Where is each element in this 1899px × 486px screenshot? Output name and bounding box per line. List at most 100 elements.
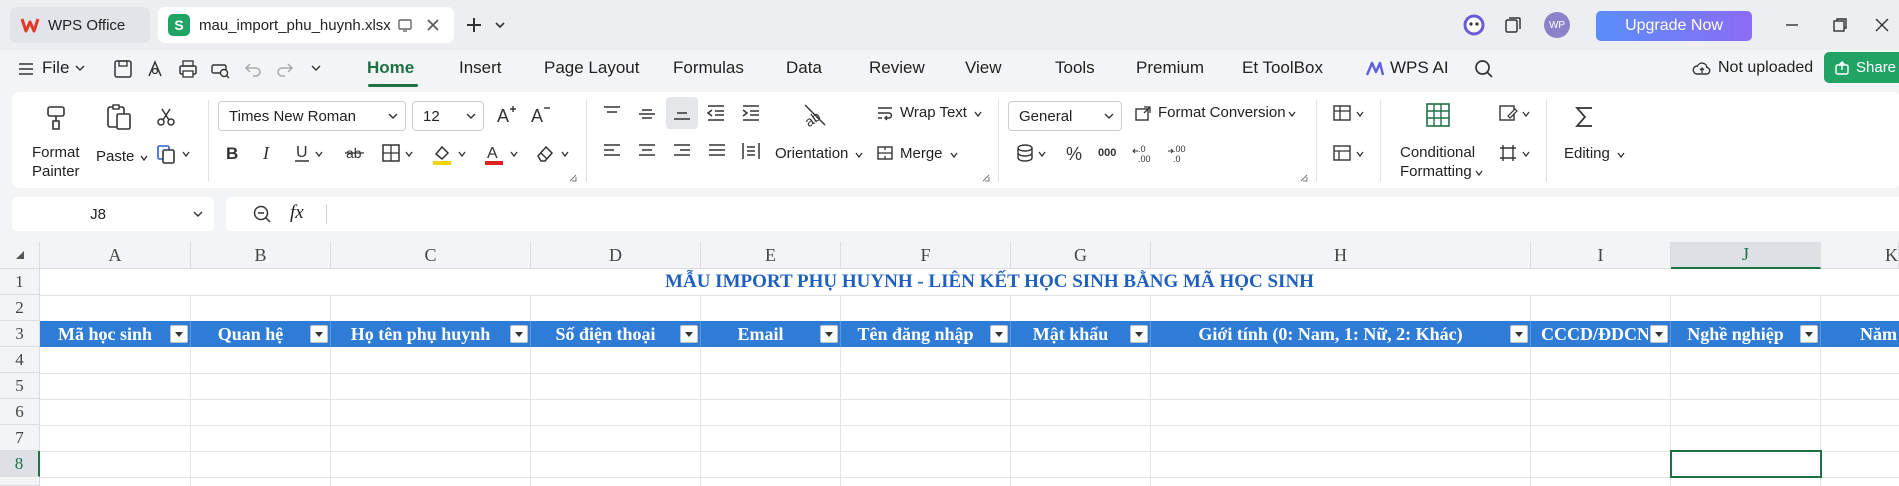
orientation-label[interactable]: Orientation: [775, 145, 848, 162]
editing-label[interactable]: Editing: [1564, 145, 1610, 162]
thousands-separator-icon[interactable]: 000: [1098, 142, 1120, 164]
ai-assistant-icon[interactable]: [1462, 13, 1486, 37]
filter-dropdown-icon[interactable]: [680, 325, 698, 343]
font-color-chevron-icon[interactable]: [510, 150, 518, 158]
number-format-select[interactable]: General: [1008, 101, 1122, 131]
quick-access-chevron-icon[interactable]: [310, 62, 322, 74]
column-header-a[interactable]: A: [40, 242, 191, 269]
header-cell-c[interactable]: Họ tên phụ huynh: [331, 321, 531, 347]
borders-icon[interactable]: [380, 142, 402, 164]
conditional-formatting-label-2[interactable]: Formatting: [1400, 163, 1472, 180]
fx-icon[interactable]: fx: [290, 202, 304, 224]
formula-input[interactable]: fx: [226, 197, 1899, 231]
sigma-editing-icon[interactable]: [1572, 104, 1598, 130]
table-style-icon[interactable]: [1332, 103, 1352, 123]
name-box[interactable]: J8: [12, 197, 214, 231]
fill-color-chevron-icon[interactable]: [458, 150, 466, 158]
clear-eraser-icon[interactable]: [534, 142, 556, 164]
tab-data[interactable]: Data: [786, 58, 822, 78]
selected-cell-j8[interactable]: [1670, 450, 1822, 478]
close-tab-icon[interactable]: [424, 16, 442, 34]
bold-icon[interactable]: B: [222, 142, 244, 164]
filter-dropdown-icon[interactable]: [310, 325, 328, 343]
tab-home[interactable]: Home: [367, 58, 414, 78]
format-painter-label-2[interactable]: Painter: [32, 163, 80, 180]
sheet-title-cell[interactable]: MẪU IMPORT PHỤ HUYNH - LIÊN KẾT HỌC SINH…: [40, 269, 1899, 295]
align-left-icon[interactable]: [601, 140, 623, 162]
conditional-formatting-icon[interactable]: [1424, 101, 1452, 129]
header-cell-k[interactable]: Năm: [1821, 321, 1899, 347]
column-header-k[interactable]: K: [1821, 242, 1899, 269]
copy-icon[interactable]: [155, 143, 177, 165]
tab-wps-ai[interactable]: WPS AI: [1390, 58, 1449, 78]
tab-formulas[interactable]: Formulas: [673, 58, 744, 78]
header-cell-h[interactable]: Giới tính (0: Nam, 1: Nữ, 2: Khác): [1151, 321, 1531, 347]
tab-view[interactable]: View: [965, 58, 1002, 78]
column-header-b[interactable]: B: [191, 242, 331, 269]
row-header-8[interactable]: 8: [0, 451, 40, 477]
fill-color-icon[interactable]: [430, 142, 454, 166]
align-bottom-icon[interactable]: [666, 97, 698, 129]
tab-insert[interactable]: Insert: [459, 58, 502, 78]
format-painter-label-1[interactable]: Format: [32, 144, 80, 161]
increase-font-size-icon[interactable]: A: [496, 104, 520, 126]
increase-indent-icon[interactable]: [740, 102, 762, 124]
filter-dropdown-icon[interactable]: [1130, 325, 1148, 343]
row-header-2[interactable]: 2: [0, 295, 40, 321]
paste-chevron-icon[interactable]: [140, 154, 148, 162]
float-window-icon[interactable]: [396, 16, 414, 34]
fill-series-icon[interactable]: [1498, 103, 1518, 123]
format-conversion-chevron-icon[interactable]: [1288, 110, 1296, 118]
column-header-g[interactable]: G: [1011, 242, 1151, 269]
column-header-e[interactable]: E: [701, 242, 841, 269]
filter-dropdown-icon[interactable]: [170, 325, 188, 343]
zoom-formula-icon[interactable]: [252, 204, 272, 224]
upgrade-now-button[interactable]: Upgrade Now: [1596, 11, 1752, 41]
cell-style-chevron-icon[interactable]: [1356, 150, 1364, 158]
align-right-icon[interactable]: [671, 140, 693, 162]
format-conversion-icon[interactable]: [1134, 105, 1152, 123]
font-dialog-launcher-icon[interactable]: [569, 174, 577, 182]
column-header-f[interactable]: F: [841, 242, 1011, 269]
format-painter-icon[interactable]: [42, 104, 70, 132]
wrap-text-chevron-icon[interactable]: [974, 110, 982, 118]
filter-dropdown-icon[interactable]: [990, 325, 1008, 343]
filter-dropdown-icon[interactable]: [1800, 325, 1818, 343]
export-pdf-icon[interactable]: [144, 58, 166, 80]
column-header-j[interactable]: J: [1671, 242, 1821, 269]
filter-dropdown-icon[interactable]: [1510, 325, 1528, 343]
undo-icon[interactable]: [242, 58, 264, 80]
select-all-corner[interactable]: [0, 242, 40, 269]
merge-icon[interactable]: [876, 144, 894, 162]
print-icon[interactable]: [177, 58, 199, 80]
borders-chevron-icon[interactable]: [405, 150, 413, 158]
column-header-d[interactable]: D: [531, 242, 701, 269]
decrease-decimal-icon[interactable]: .0.00: [1132, 142, 1156, 164]
column-header-h[interactable]: H: [1151, 242, 1531, 269]
print-preview-icon[interactable]: [209, 58, 231, 80]
tab-premium[interactable]: Premium: [1136, 58, 1204, 78]
tab-page-layout[interactable]: Page Layout: [544, 58, 639, 78]
align-center-icon[interactable]: [636, 140, 658, 162]
table-style-chevron-icon[interactable]: [1356, 110, 1364, 118]
filter-dropdown-icon[interactable]: [510, 325, 528, 343]
tab-list-chevron-icon[interactable]: [490, 15, 510, 35]
merge-label[interactable]: Merge: [900, 145, 943, 162]
distributed-align-icon[interactable]: [740, 140, 762, 162]
italic-icon[interactable]: I: [257, 142, 279, 164]
chevron-down-icon[interactable]: [192, 208, 204, 220]
copy-chevron-icon[interactable]: [182, 150, 190, 158]
search-icon[interactable]: [1473, 58, 1495, 80]
paste-clipboard-icon[interactable]: [104, 102, 134, 132]
column-header-c[interactable]: C: [331, 242, 531, 269]
editing-chevron-icon[interactable]: [1617, 151, 1625, 159]
justify-icon[interactable]: [706, 140, 728, 162]
tab-review[interactable]: Review: [869, 58, 925, 78]
header-cell-a[interactable]: Mã học sinh: [40, 321, 191, 347]
percent-icon[interactable]: %: [1064, 142, 1086, 164]
conditional-chevron-icon[interactable]: [1475, 169, 1483, 177]
window-switch-icon[interactable]: [1503, 15, 1523, 35]
underline-chevron-icon[interactable]: [315, 150, 323, 158]
new-tab-plus-icon[interactable]: [464, 15, 484, 35]
restore-icon[interactable]: [1830, 15, 1850, 35]
